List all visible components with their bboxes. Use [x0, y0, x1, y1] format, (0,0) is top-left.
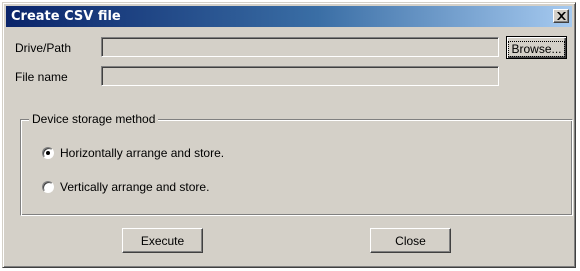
window-title: Create CSV file — [11, 9, 121, 24]
close-window-button[interactable] — [553, 9, 569, 23]
drive-path-field[interactable] — [101, 37, 499, 57]
radio-horizontal-option[interactable]: Horizontally arrange and store. — [42, 146, 224, 160]
close-icon — [557, 12, 566, 20]
create-csv-dialog: Create CSV file Drive/Path Browse... Fil… — [2, 2, 576, 268]
execute-button-label: Execute — [140, 233, 185, 248]
radio-horizontal[interactable] — [42, 147, 54, 159]
radio-vertical[interactable] — [42, 181, 54, 193]
close-button-label: Close — [395, 233, 426, 248]
browse-button-label: Browse... — [508, 41, 565, 57]
radio-horizontal-label: Horizontally arrange and store. — [60, 146, 225, 160]
execute-button[interactable]: Execute — [122, 228, 203, 253]
drive-path-label: Drive/Path — [15, 41, 72, 55]
title-bar[interactable]: Create CSV file — [6, 6, 572, 27]
device-storage-legend: Device storage method — [29, 112, 159, 126]
device-storage-group — [20, 119, 573, 216]
browse-button[interactable]: Browse... — [506, 36, 567, 59]
file-name-label: File name — [15, 70, 68, 84]
close-button[interactable]: Close — [370, 228, 451, 253]
file-name-field[interactable] — [101, 66, 499, 86]
radio-vertical-option[interactable]: Vertically arrange and store. — [42, 180, 209, 194]
radio-vertical-label: Vertically arrange and store. — [60, 180, 210, 194]
